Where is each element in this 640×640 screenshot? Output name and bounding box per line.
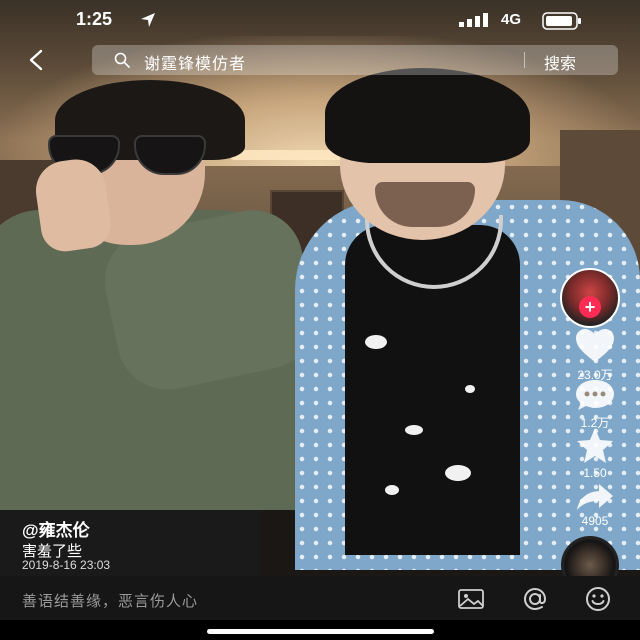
share-button[interactable]: 4905 <box>560 482 630 528</box>
comment-input[interactable]: 善语结善缘，恶言伤人心 <box>22 590 198 611</box>
home-indicator[interactable] <box>207 629 434 634</box>
comment-button[interactable]: 1.2万 <box>560 378 630 431</box>
search-button[interactable]: 搜索 <box>544 50 576 74</box>
emoji-icon[interactable] <box>584 586 612 612</box>
image-icon[interactable] <box>457 588 485 610</box>
search-input[interactable]: 谢霆锋模仿者 <box>144 50 246 74</box>
like-button[interactable]: 23.0万 <box>560 328 630 383</box>
video-frame[interactable] <box>0 0 640 640</box>
network-type: 4G <box>501 11 522 28</box>
battery-icon <box>542 12 581 30</box>
post-date: 2019-8-16 23:03 <box>22 558 111 572</box>
share-count: 4905 <box>581 514 609 528</box>
author-name[interactable]: @雍杰伦 <box>22 516 90 541</box>
back-arrow-icon[interactable] <box>26 49 48 71</box>
person-right-hair <box>325 68 530 163</box>
status-time: 1:25 <box>76 9 113 29</box>
favorite-count: 1.50 <box>583 466 607 480</box>
at-mention-icon[interactable] <box>521 586 549 612</box>
share-arrow-icon <box>577 484 613 510</box>
heart-icon <box>576 329 614 362</box>
location-arrow-icon <box>141 13 155 27</box>
favorite-button[interactable]: 1.50 <box>560 426 630 480</box>
comment-bubble-icon <box>576 380 614 410</box>
search-divider <box>524 52 525 68</box>
follow-button[interactable]: + <box>579 296 601 318</box>
signal-icon <box>459 13 488 27</box>
search-icon <box>114 52 130 68</box>
star-icon <box>577 428 613 463</box>
status-bar: 1:25 4G <box>0 0 640 42</box>
